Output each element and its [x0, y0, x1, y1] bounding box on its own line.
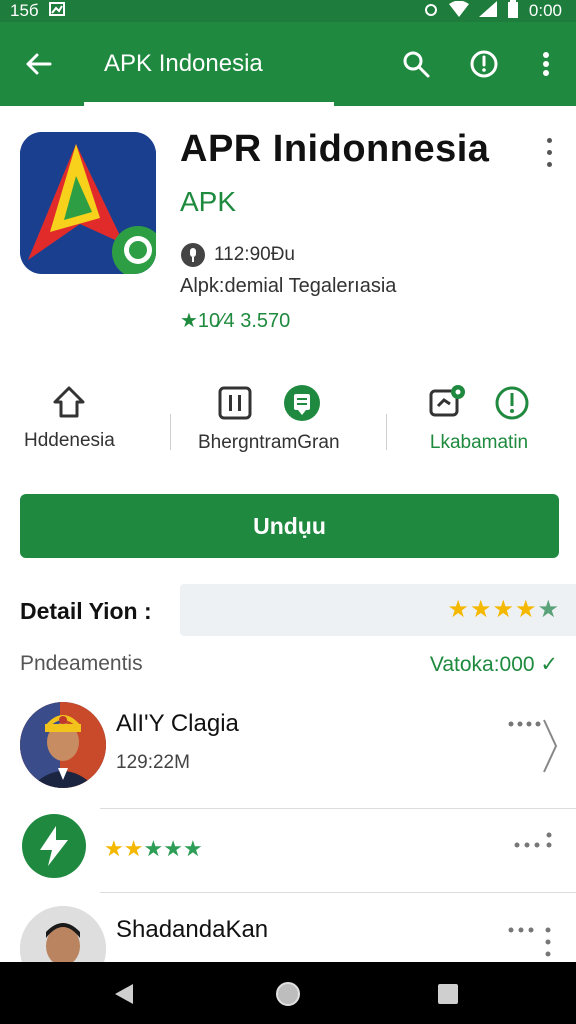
- action-lkabamatin[interactable]: Lkabamatin: [428, 384, 530, 454]
- image-notification-icon: [48, 1, 65, 21]
- star-icon: ★: [492, 596, 515, 623]
- install-button[interactable]: Undụu: [20, 494, 559, 558]
- more-horiz-icon: [508, 927, 551, 957]
- app-icon[interactable]: [20, 132, 156, 274]
- message-badge-icon: [283, 385, 320, 421]
- list-divider: [100, 892, 576, 893]
- search-icon: [403, 51, 430, 78]
- more-dot-3: [546, 161, 552, 167]
- status-time-left: 15б: [10, 1, 39, 20]
- star-icon: ★: [182, 836, 203, 861]
- list-item-title[interactable]: ShadandaKan: [116, 916, 268, 944]
- nav-back-button[interactable]: [104, 978, 144, 1010]
- person-avatar-icon: [20, 702, 106, 788]
- info-circle-icon: [495, 386, 529, 420]
- app-category: Alpk:demial Tegalerıasia: [180, 275, 397, 297]
- app-options-button[interactable]: [536, 134, 562, 170]
- star-icon: ★: [537, 596, 560, 623]
- star-icon: ★: [143, 836, 164, 861]
- action-bhergntramgran[interactable]: BhergntramGran: [198, 384, 340, 454]
- list-divider: [100, 808, 576, 809]
- arrow-back-icon: [26, 53, 52, 75]
- play-store-app-page: 15б 0:00 APK Indonesia APR Inidonnesia A…: [0, 0, 576, 1024]
- lightning-icon[interactable]: [22, 814, 86, 878]
- app-title: APR Inidonnesia: [180, 128, 490, 170]
- status-time-right: 0:00: [528, 1, 562, 20]
- star-icon: ★: [123, 836, 144, 861]
- overflow-menu-button[interactable]: [526, 44, 566, 84]
- action-divider: [386, 414, 387, 450]
- battery-icon: [507, 0, 519, 23]
- circle-home-icon: [276, 982, 300, 1006]
- list-item-subtitle: 129:22M: [116, 752, 190, 773]
- section-label: Pndeamentis: [20, 652, 143, 675]
- action-label: Hddenesia: [24, 430, 115, 451]
- app-rating: ★10⁄4 3.570: [180, 310, 291, 332]
- action-hddenesia[interactable]: Hddenesia: [24, 384, 115, 452]
- more-dot-2: [546, 149, 552, 155]
- search-button[interactable]: [396, 44, 436, 84]
- more-vert-icon: [543, 52, 549, 76]
- list-item-title[interactable]: AlI'Y Clagia: [116, 710, 239, 738]
- status-bar: 15б 0:00: [0, 0, 576, 22]
- star-icon: ★: [104, 836, 124, 861]
- signal-icon: [478, 0, 497, 22]
- alarm-icon: [423, 1, 439, 22]
- triangle-back-icon: [115, 984, 133, 1004]
- more-horiz-icon: [514, 832, 552, 848]
- wifi-icon: [448, 0, 469, 22]
- app-downloads: 112:90Đu: [180, 242, 295, 268]
- action-icons: [428, 384, 530, 422]
- app-logo-icon: [20, 132, 156, 274]
- app-bar: APK Indonesia: [0, 22, 576, 106]
- star-icon: ★: [163, 836, 183, 861]
- pause-box-icon: [218, 386, 252, 420]
- home-outline-icon: [53, 386, 85, 418]
- star-icon: ★: [469, 596, 493, 623]
- app-developer-link[interactable]: APK: [180, 186, 236, 218]
- more-vert-icon: [546, 137, 552, 143]
- action-divider: [170, 414, 171, 450]
- list-item-more-button[interactable]: [508, 922, 552, 963]
- download-count-icon: [181, 243, 205, 267]
- more-horiz-icon: [508, 721, 541, 727]
- nav-home-button[interactable]: [268, 978, 308, 1010]
- avatar[interactable]: [20, 702, 106, 788]
- list-item-more-button[interactable]: [508, 712, 542, 733]
- star-icon: ★: [514, 596, 538, 623]
- list-item-more-button[interactable]: [514, 832, 554, 857]
- chevron-right-icon[interactable]: [540, 716, 560, 781]
- action-icons: [217, 384, 321, 422]
- tab-indicator: [84, 102, 334, 106]
- status-bar-right: 0:00: [423, 0, 562, 23]
- app-bar-title[interactable]: APK Indonesia: [104, 50, 263, 78]
- action-label: Lkabamatin: [429, 432, 529, 453]
- app-downloads-text: 112:90Đu: [214, 244, 295, 265]
- section-link[interactable]: Vatoka:000 ✓: [430, 652, 558, 677]
- history-button[interactable]: [464, 44, 504, 84]
- status-bar-left: 15б: [10, 1, 65, 21]
- back-button[interactable]: [18, 44, 58, 84]
- star-icon: ★: [447, 596, 470, 623]
- action-label: BhergntramGran: [198, 432, 340, 453]
- chat-badge-icon: [429, 385, 465, 417]
- square-recents-icon: [438, 984, 458, 1004]
- detail-star-rating: ★★★★★: [447, 595, 560, 624]
- list-item-star-rating: ★★★★★: [104, 836, 203, 862]
- clock-icon: [470, 50, 498, 78]
- nav-recents-button[interactable]: [428, 978, 468, 1010]
- detail-title: Detail Yion :: [20, 598, 152, 624]
- navigation-bar: [0, 962, 576, 1024]
- detail-rating-panel[interactable]: ★★★★★: [180, 584, 576, 636]
